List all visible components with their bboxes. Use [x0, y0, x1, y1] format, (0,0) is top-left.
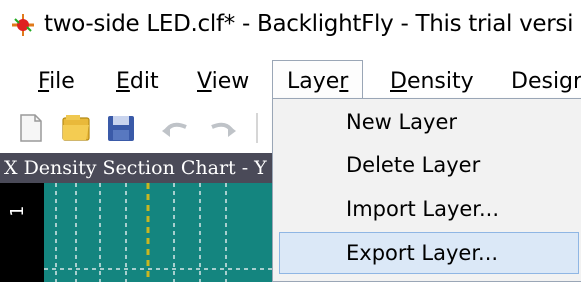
- menu-density-accel: D: [390, 69, 407, 94]
- menu-layer-accel: r: [339, 69, 349, 94]
- menu-item-new-layer[interactable]: New Layer: [279, 101, 579, 143]
- menu-file-rest: ile: [49, 69, 75, 94]
- new-file-icon[interactable]: [14, 111, 48, 145]
- toolbar-separator: [256, 113, 258, 143]
- menu-edit[interactable]: Edit: [116, 60, 159, 103]
- menu-design[interactable]: Desigr: [511, 60, 581, 103]
- menu-view-rest: iew: [211, 69, 250, 94]
- menu-view[interactable]: View: [197, 60, 249, 103]
- menu-view-accel: V: [197, 69, 212, 94]
- menu-layer-pre: Laye: [287, 69, 340, 94]
- menu-edit-rest: dit: [129, 69, 159, 94]
- menu-item-export-layer[interactable]: Export Layer...: [279, 232, 579, 274]
- save-icon[interactable]: [104, 111, 138, 145]
- layer-dropdown-menu: New Layer Delete Layer Import Layer... E…: [272, 98, 581, 282]
- menu-bar: File Edit View Layer Density Desigr: [0, 60, 581, 105]
- undo-icon[interactable]: [158, 111, 192, 145]
- menu-item-delete-layer[interactable]: Delete Layer: [279, 144, 579, 186]
- menu-item-import-layer[interactable]: Import Layer...: [279, 188, 579, 230]
- menu-edit-accel: E: [116, 69, 130, 94]
- redo-icon[interactable]: [206, 111, 240, 145]
- menu-density[interactable]: Density: [390, 60, 474, 103]
- menu-density-rest: ensity: [406, 69, 474, 94]
- menu-file-accel: F: [38, 69, 50, 94]
- chart-title: X Density Section Chart - Y: [0, 153, 300, 183]
- chart-y-tick: 1: [6, 206, 28, 217]
- app-icon: [12, 14, 34, 36]
- density-chart-panel: X Density Section Chart - Y 1: [0, 153, 300, 282]
- menu-design-label: Desigr: [511, 69, 581, 94]
- title-bar: two-side LED.clf* - BacklightFly - This …: [0, 0, 581, 60]
- chart-plot-area: [44, 183, 300, 282]
- open-folder-icon[interactable]: [60, 111, 94, 145]
- window-title: two-side LED.clf* - BacklightFly - This …: [44, 11, 574, 37]
- menu-file[interactable]: File: [38, 60, 75, 103]
